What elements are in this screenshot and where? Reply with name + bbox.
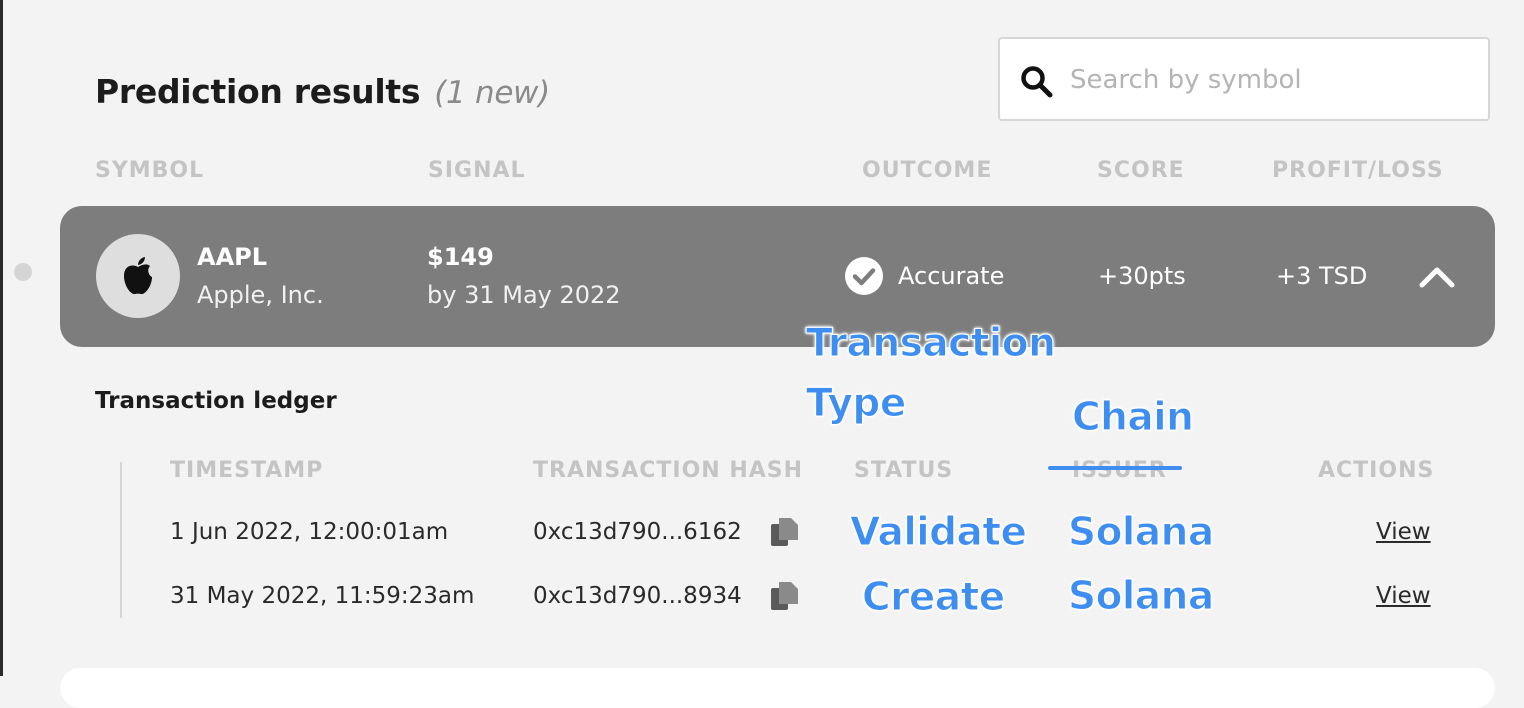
new-indicator-dot: [14, 263, 32, 281]
ledger-row-2-timestamp: 31 May 2022, 11:59:23am: [170, 583, 475, 609]
column-header-outcome: OUTCOME: [862, 158, 993, 183]
ledger-row-1-timestamp: 1 Jun 2022, 12:00:01am: [170, 519, 449, 545]
search-box[interactable]: [998, 37, 1490, 121]
outcome-label: Accurate: [898, 262, 1005, 290]
page-title-text: Prediction results: [95, 72, 421, 111]
prediction-result-row[interactable]: AAPL Apple, Inc. $149 by 31 May 2022 Acc…: [60, 206, 1495, 347]
annotation-row-1-type: Validate: [849, 510, 1027, 556]
annotation-transaction-type-line2: Type: [806, 381, 907, 427]
ledger-row-1-hash: 0xc13d790...6162: [533, 519, 742, 545]
annotation-chain: Chain: [1071, 395, 1194, 441]
ledger-title: Transaction ledger: [95, 388, 337, 414]
ledger-header-actions: ACTIONS: [1318, 458, 1435, 483]
annotation-row-1-chain: Solana: [1068, 510, 1215, 556]
search-icon: [1021, 66, 1053, 98]
check-circle-icon: [845, 257, 883, 295]
signal-deadline: by 31 May 2022: [427, 281, 621, 309]
column-header-profit-loss: PROFIT/LOSS: [1272, 158, 1444, 183]
apple-logo-icon: [124, 257, 152, 295]
next-result-card: [60, 668, 1495, 708]
ledger-header-hash: TRANSACTION HASH: [533, 458, 804, 483]
annotation-row-2-chain: Solana: [1068, 574, 1215, 620]
new-count: (1 new): [434, 75, 550, 111]
window-left-border: [0, 0, 3, 676]
page-title: Prediction results (1 new): [95, 72, 550, 111]
view-link[interactable]: View: [1376, 519, 1431, 545]
annotation-transaction-type-line1: Transaction: [805, 321, 1056, 367]
ledger-header-status: STATUS: [854, 458, 954, 483]
ledger-vertical-line: [120, 462, 122, 618]
view-link[interactable]: View: [1376, 583, 1431, 609]
annotation-row-2-type: Create: [862, 575, 1006, 621]
profit-loss-value: +3 TSD: [1276, 262, 1368, 290]
column-header-signal: SIGNAL: [428, 158, 526, 183]
search-input[interactable]: [1068, 57, 1472, 103]
ledger-header-issuer: ISSUER: [1072, 458, 1167, 483]
score-value: +30pts: [1098, 262, 1186, 290]
annotation-strikethrough: [1048, 466, 1182, 470]
column-header-score: SCORE: [1097, 158, 1185, 183]
copy-icon[interactable]: [770, 517, 800, 549]
company-logo-avatar: [96, 234, 180, 318]
stock-symbol: AAPL: [197, 243, 268, 271]
copy-icon[interactable]: [770, 581, 800, 613]
ledger-row-2-hash: 0xc13d790...8934: [533, 583, 742, 609]
company-name: Apple, Inc.: [197, 281, 324, 309]
column-header-symbol: SYMBOL: [95, 158, 205, 183]
ledger-header-timestamp: TIMESTAMP: [170, 458, 324, 483]
chevron-up-icon[interactable]: [1418, 264, 1456, 290]
signal-price: $149: [427, 243, 494, 271]
